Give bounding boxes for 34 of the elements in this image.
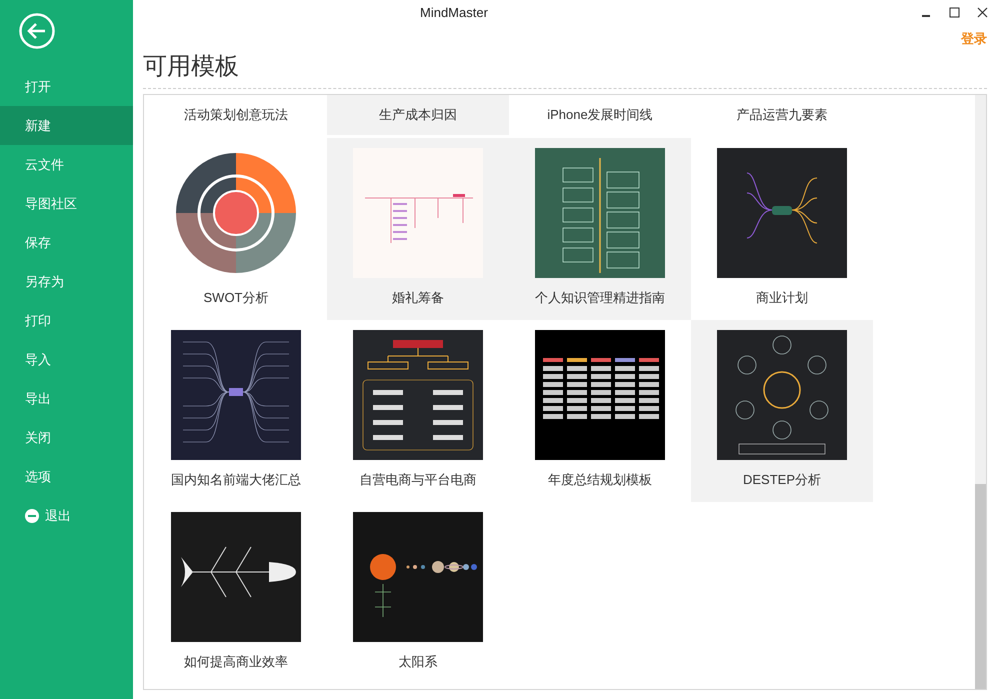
template-card[interactable]: iPhone发展时间线	[509, 95, 691, 135]
template-card[interactable]: 产品运营九要素	[691, 95, 873, 135]
template-card[interactable]: 个人知识管理精进指南	[509, 138, 691, 320]
template-card[interactable]: SWOT分析	[145, 138, 327, 320]
template-title: 自营电商与平台电商	[360, 471, 476, 489]
sidebar-item[interactable]: 新建	[0, 106, 133, 145]
template-card[interactable]: 年度总结规划模板	[509, 320, 691, 502]
scrollbar-thumb[interactable]	[975, 484, 986, 689]
close-icon	[976, 6, 988, 18]
template-card[interactable]: 婚礼筹备	[327, 138, 509, 320]
template-card[interactable]: 生产成本归因	[327, 95, 509, 135]
template-card[interactable]: 商业计划	[691, 138, 873, 320]
maximize-button[interactable]	[947, 5, 961, 19]
template-card[interactable]: DESTEP分析	[691, 320, 873, 502]
template-title: DESTEP分析	[742, 471, 821, 489]
template-card[interactable]: 太阳系	[327, 502, 509, 684]
minimize-icon	[922, 15, 930, 17]
template-title: 婚礼筹备	[392, 289, 444, 307]
minus-circle-icon	[25, 508, 39, 522]
template-title: 如何提高商业效率	[184, 653, 288, 671]
template-title: SWOT分析	[204, 289, 268, 307]
template-title: 个人知识管理精进指南	[535, 289, 665, 307]
template-title: 年度总结规划模板	[548, 471, 652, 489]
template-title: 商业计划	[756, 289, 808, 307]
template-card[interactable]: 国内知名前端大佬汇总	[145, 320, 327, 502]
template-card[interactable]: 活动策划创意玩法	[145, 95, 327, 135]
close-button[interactable]	[975, 5, 989, 19]
window-title: MindMaster	[420, 4, 488, 20]
template-card[interactable]: 自营电商与平台电商	[327, 320, 509, 502]
maximize-icon	[948, 6, 960, 18]
template-title: 太阳系	[398, 653, 438, 671]
page-heading: 可用模板	[143, 52, 240, 82]
template-title: 国内知名前端大佬汇总	[171, 471, 301, 489]
template-card[interactable]: 如何提高商业效率	[145, 502, 327, 684]
